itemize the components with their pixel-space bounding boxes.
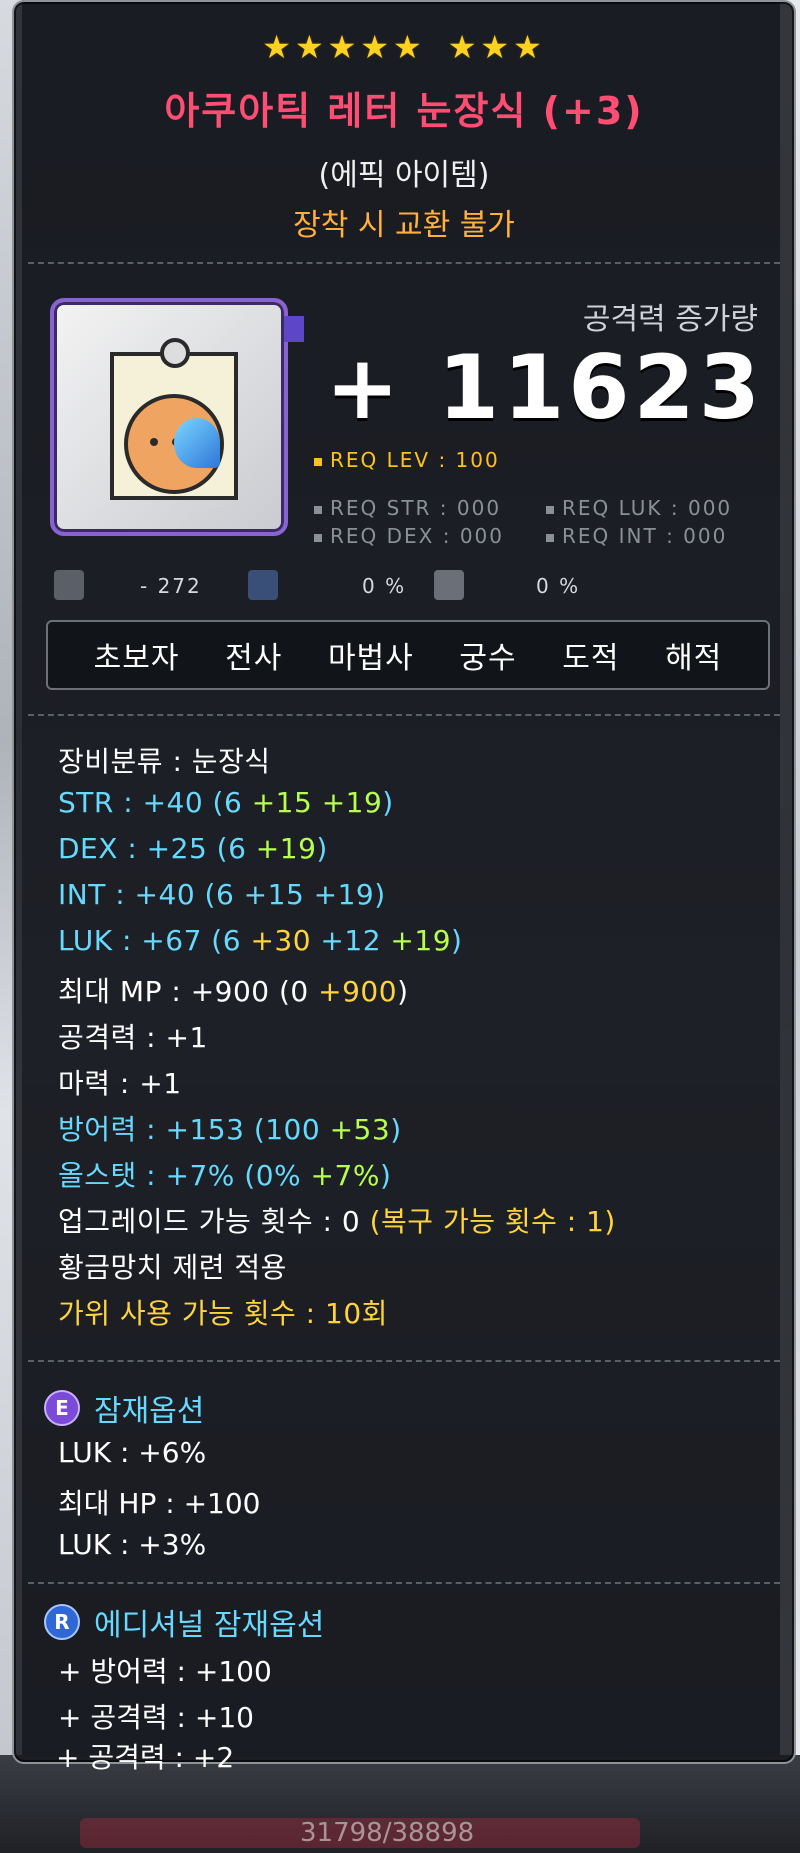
- divider: [28, 1582, 780, 1584]
- background-hp-text: 31798/38898: [300, 1818, 475, 1848]
- divider: [28, 1360, 780, 1362]
- stat-int: INT : +40 (6 +15 +19): [58, 878, 386, 911]
- potential-line-3: LUK : +3%: [58, 1528, 207, 1561]
- divider: [28, 262, 780, 264]
- additional-line-3: + 공격력 : +2: [56, 1741, 235, 1774]
- shield-icon: [434, 570, 464, 600]
- stat-magic: 마력 : +1: [58, 1067, 182, 1100]
- potential-line-2: 최대 HP : +100: [58, 1487, 261, 1520]
- attack-increase-value: + 11623: [325, 336, 764, 439]
- req-dex: REQ DEX : 000: [314, 524, 504, 548]
- epic-potential-badge-icon: E: [44, 1390, 80, 1426]
- job-warrior: 전사: [225, 641, 283, 676]
- attack-increase-label: 공격력 증가량: [582, 302, 758, 337]
- additional-line-1: + 방어력 : +100: [58, 1655, 272, 1688]
- upgrade-count: 업그레이드 가능 횟수 : 0 (복구 가능 횟수 : 1): [58, 1205, 616, 1238]
- extra-stat-2-value: 0 %: [362, 574, 407, 598]
- rare-additional-badge-icon: R: [44, 1604, 80, 1640]
- star-group-2: ★★★: [447, 28, 546, 66]
- stat-attack: 공격력 : +1: [58, 1021, 208, 1054]
- potential-header: E 잠재옵션: [44, 1386, 204, 1430]
- job-thief: 도적: [562, 641, 620, 676]
- extra-stat-3-value: 0 %: [536, 574, 581, 598]
- item-name: 아쿠아틱 레터 눈장식 (+3): [164, 89, 644, 133]
- star-force-stars: ★★★★★ ★★★: [14, 28, 794, 66]
- req-level: REQ LEV : 100: [314, 448, 500, 472]
- additional-potential-header: R 에디셔널 잠재옵션: [44, 1600, 324, 1644]
- req-str: REQ STR : 000: [314, 496, 501, 520]
- stat-max-mp: 최대 MP : +900 (0 +900): [58, 975, 409, 1008]
- req-int: REQ INT : 000: [546, 524, 727, 548]
- additional-line-2: + 공격력 : +10: [58, 1701, 254, 1734]
- equip-category: 장비분류 : 눈장식: [58, 745, 271, 778]
- aquatic-letter-eye-accessory-icon: [110, 338, 238, 500]
- additional-potential-title: 에디셔널 잠재옵션: [94, 1608, 325, 1643]
- stat-str: STR : +40 (6 +15 +19): [58, 786, 394, 819]
- item-grade: (에픽 아이템): [318, 158, 490, 193]
- stat-all-stat: 올스탯 : +7% (0% +7%): [58, 1159, 392, 1192]
- job-class-box: 초보자 전사 마법사 궁수 도적 해적: [46, 620, 770, 690]
- extra-stat-1-value: - 272: [140, 574, 202, 598]
- job-pirate: 해적: [665, 641, 723, 676]
- job-bowman: 궁수: [459, 641, 517, 676]
- golden-hammer: 황금망치 제련 적용: [58, 1251, 287, 1284]
- boss-damage-icon: [54, 570, 84, 600]
- item-tooltip: ★★★★★ ★★★ 아쿠아틱 레터 눈장식 (+3) (에픽 아이템) 장착 시 …: [12, 0, 796, 1764]
- trade-restriction: 장착 시 교환 불가: [293, 208, 515, 243]
- bookmark-flag-icon: [284, 316, 304, 342]
- ied-icon: [248, 570, 278, 600]
- stat-dex: DEX : +25 (6 +19): [58, 832, 328, 865]
- scissors-count: 가위 사용 가능 횟수 : 10회: [58, 1297, 388, 1330]
- divider: [28, 714, 780, 716]
- star-group-1: ★★★★★: [262, 28, 426, 66]
- job-beginner: 초보자: [93, 641, 180, 676]
- potential-line-1: LUK : +6%: [58, 1436, 207, 1469]
- stat-luk: LUK : +67 (6 +30 +12 +19): [58, 924, 463, 957]
- req-luk: REQ LUK : 000: [546, 496, 732, 520]
- stat-defense: 방어력 : +153 (100 +53): [58, 1113, 402, 1146]
- item-icon-frame: [50, 298, 288, 536]
- potential-title: 잠재옵션: [94, 1394, 205, 1429]
- job-magician: 마법사: [327, 641, 414, 676]
